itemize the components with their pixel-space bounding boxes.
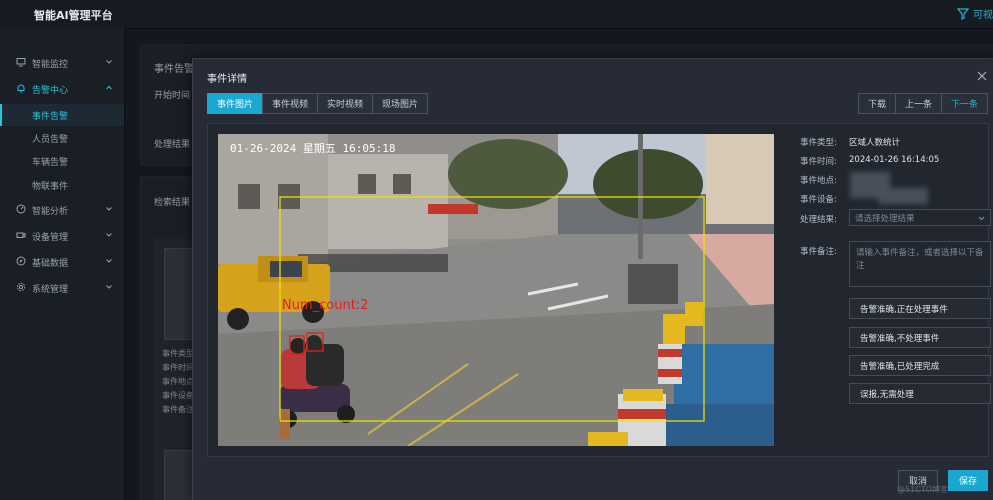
quick-remark-button[interactable]: 告警准确,不处理事件 <box>849 327 991 348</box>
sidebar-subitem-vehicle-alarm[interactable]: 车辆告警 <box>0 150 124 172</box>
camera-timestamp: 01-26-2024 星期五 16:05:18 <box>230 142 395 155</box>
tab-scene-image[interactable]: 现场图片 <box>372 93 429 114</box>
watermark: @51CTO博客 <box>897 485 948 494</box>
type-value: 区域人数统计 <box>849 138 901 148</box>
sidebar-subitem-person-alarm[interactable]: 人员告警 <box>0 127 124 149</box>
sidebar-item-device[interactable]: 设备管理 <box>0 225 124 247</box>
close-icon[interactable] <box>976 70 988 82</box>
sidebar-item-alarm-center[interactable]: 告警中心 <box>0 78 124 100</box>
sidebar-subitem-label: 车辆告警 <box>32 157 69 168</box>
sidebar-subitem-event-alarm[interactable]: 事件告警 <box>0 104 124 126</box>
quick-remark-button[interactable]: 告警准确,已处理完成 <box>849 355 991 376</box>
sidebar-subitem-iot-event[interactable]: 物联事件 <box>0 174 124 196</box>
sidebar-subitem-label: 事件告警 <box>32 111 69 122</box>
save-button[interactable]: 保存 <box>947 470 988 491</box>
sidebar-item-label: 设备管理 <box>32 232 69 243</box>
sidebar-item-base-data[interactable]: 基础数据 <box>0 251 124 273</box>
chevron-down-icon <box>106 60 112 64</box>
tab-live-video[interactable]: 实时视频 <box>317 93 374 114</box>
remark-textarea[interactable]: 请输入事件备注，或者选择以下备注 <box>849 241 991 287</box>
event-image: 01-26-2024 星期五 16:05:18 Num_count:2 <box>218 134 774 446</box>
sidebar: 智能监控 告警中心 事件告警 人员告警 车辆告警 物联事件 智能分析 设备管理 <box>0 28 125 500</box>
compass-icon <box>16 256 26 266</box>
sidebar-item-label: 智能监控 <box>32 59 69 70</box>
time-value: 2024-01-26 16:14:05 <box>849 155 940 165</box>
remark-label: 事件备注: <box>800 247 837 257</box>
next-button[interactable]: 下一条 <box>940 93 988 114</box>
monitor-icon <box>16 58 26 67</box>
download-button[interactable]: 下载 <box>857 93 896 114</box>
sidebar-item-label: 智能分析 <box>32 206 69 217</box>
street-scene: 01-26-2024 星期五 16:05:18 Num_count:2 <box>218 134 774 446</box>
result-select-placeholder: 请选择处理结果 <box>855 213 915 224</box>
quick-remark-button[interactable]: 误报,无需处理 <box>849 383 991 404</box>
bell-icon <box>17 84 25 93</box>
sidebar-subitem-label: 物联事件 <box>32 181 69 192</box>
location-label: 事件地点: <box>800 176 837 186</box>
filter-button[interactable]: 可视 <box>957 6 993 21</box>
media-tabs: 事件图片 事件视频 实时视频 现场图片 <box>207 93 429 114</box>
camera-icon <box>16 232 26 238</box>
sidebar-subitem-label: 人员告警 <box>32 134 69 145</box>
record-nav: 下载 上一条 下一条 <box>857 93 988 114</box>
event-detail-modal: 事件详情 事件图片 事件视频 实时视频 现场图片 下载 上一条 下一条 01-2… <box>192 58 993 500</box>
sidebar-item-label: 告警中心 <box>32 85 69 96</box>
sidebar-item-monitor[interactable]: 智能监控 <box>0 52 124 74</box>
sidebar-item-system[interactable]: 系统管理 <box>0 277 124 299</box>
sidebar-item-analysis[interactable]: 智能分析 <box>0 199 124 221</box>
chevron-down-icon <box>106 207 112 211</box>
device-label: 事件设备: <box>800 195 837 205</box>
tab-event-image[interactable]: 事件图片 <box>207 93 264 114</box>
tab-event-video[interactable]: 事件视频 <box>262 93 319 114</box>
content-panel: 01-26-2024 星期五 16:05:18 Num_count:2 事件类型… <box>207 123 991 457</box>
top-bar: 智能AI管理平台 可视 <box>0 0 993 29</box>
gear-icon <box>16 282 26 292</box>
chevron-down-icon <box>106 259 112 263</box>
time-label: 事件时间: <box>800 157 837 167</box>
filter-icon <box>957 7 969 20</box>
chevron-down-icon <box>978 216 985 221</box>
count-label: Num_count:2 <box>282 298 368 313</box>
result-label: 处理结果: <box>800 215 837 225</box>
type-label: 事件类型: <box>800 138 837 148</box>
app-root: 智能AI管理平台 可视 智能监控 告警中心 事件告警 人员告警 车辆告警 物联事… <box>0 0 993 500</box>
sidebar-item-label: 基础数据 <box>32 258 69 269</box>
chevron-up-icon <box>106 85 112 90</box>
result-select[interactable]: 请选择处理结果 <box>849 209 991 226</box>
previous-button[interactable]: 上一条 <box>894 93 942 114</box>
chevron-down-icon <box>106 285 112 289</box>
filter-label: 可视 <box>973 10 993 21</box>
app-title: 智能AI管理平台 <box>34 9 113 22</box>
modal-title: 事件详情 <box>207 74 247 85</box>
sidebar-item-label: 系统管理 <box>32 284 69 295</box>
analysis-icon <box>16 204 26 214</box>
quick-remark-button[interactable]: 告警准确,正在处理事件 <box>849 298 991 319</box>
redacted-device <box>878 188 928 204</box>
chevron-down-icon <box>106 233 112 237</box>
event-details: 事件类型: 区域人数统计 事件时间: 2024-01-26 16:14:05 事… <box>788 124 991 456</box>
